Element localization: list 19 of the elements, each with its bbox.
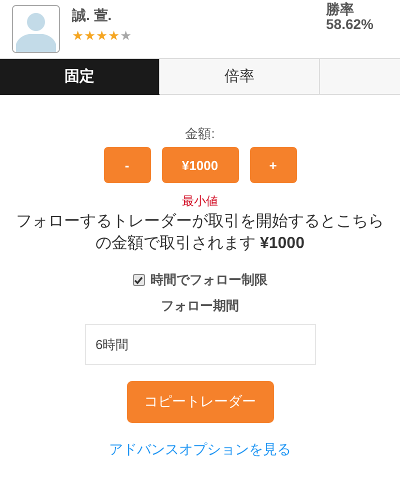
amount-button[interactable]: ¥1000 bbox=[162, 147, 238, 183]
win-rate-label: 勝率 bbox=[326, 2, 355, 17]
minimum-note: 最小値 bbox=[182, 193, 218, 210]
trader-name: 誠. 萱. bbox=[72, 7, 113, 25]
win-rate-value: 58.62% bbox=[326, 17, 374, 32]
period-field[interactable]: 6時間 bbox=[84, 324, 316, 365]
tab[interactable]: 倍率 bbox=[160, 59, 320, 95]
amount-label: 金額: bbox=[185, 125, 215, 143]
amount-description: フォローするトレーダーが取引を開始するとこちらの金額で取引されます ¥1000 bbox=[15, 212, 385, 254]
period-label: フォロー期間 bbox=[161, 297, 239, 315]
star-rating: ★★★★★ bbox=[72, 29, 133, 42]
copy-trader-button[interactable]: コピートレーダー bbox=[126, 381, 274, 423]
increase-button[interactable]: + bbox=[250, 147, 296, 183]
decrease-button[interactable]: - bbox=[104, 147, 150, 183]
tab[interactable]: 固定 bbox=[0, 59, 160, 95]
time-limit-checkbox[interactable] bbox=[132, 274, 144, 286]
advanced-options-link[interactable]: アドバンスオプションを見る bbox=[109, 441, 291, 459]
avatar-icon bbox=[12, 5, 60, 53]
time-limit-label: 時間でフォロー制限 bbox=[150, 271, 268, 289]
